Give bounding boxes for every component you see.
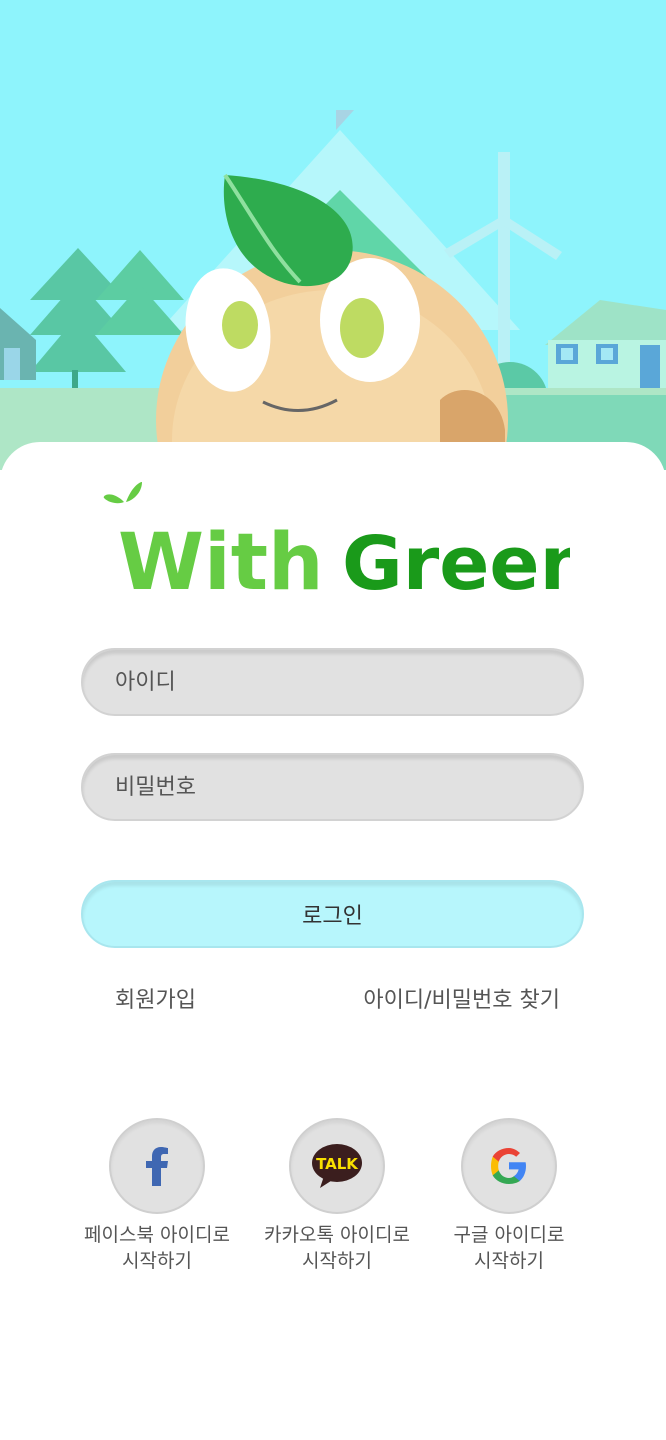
facebook-login-caption: 페이스북 아이디로 시작하기 bbox=[84, 1224, 230, 1272]
kakaotalk-login-caption: 카카오톡 아이디로 시작하기 bbox=[264, 1224, 410, 1272]
google-icon bbox=[491, 1148, 526, 1184]
password-input[interactable] bbox=[81, 753, 584, 821]
kakaotalk-login: TALK 카카오톡 아이디로 시작하기 bbox=[252, 1118, 422, 1274]
find-id-password-link[interactable]: 아이디/비밀번호 찾기 bbox=[363, 982, 560, 1014]
signup-link[interactable]: 회원가입 bbox=[115, 982, 196, 1014]
google-login-caption: 구글 아이디로 시작하기 bbox=[453, 1224, 565, 1272]
hero-illustration bbox=[0, 0, 666, 470]
svg-text:TALK: TALK bbox=[316, 1155, 359, 1173]
facebook-login-button[interactable] bbox=[109, 1118, 205, 1214]
kakaotalk-login-button[interactable]: TALK bbox=[289, 1118, 385, 1214]
google-login: 구글 아이디로 시작하기 bbox=[424, 1118, 594, 1274]
with-green-logo: With Green bbox=[100, 478, 570, 598]
facebook-login: 페이스북 아이디로 시작하기 bbox=[72, 1118, 242, 1274]
google-login-button[interactable] bbox=[461, 1118, 557, 1214]
login-button[interactable]: 로그인 bbox=[81, 880, 584, 948]
logo-word-with: With bbox=[118, 518, 324, 598]
facebook-icon bbox=[146, 1147, 168, 1186]
kakaotalk-icon: TALK bbox=[312, 1144, 362, 1188]
id-input[interactable] bbox=[81, 648, 584, 716]
logo-word-green: Green bbox=[342, 521, 570, 598]
